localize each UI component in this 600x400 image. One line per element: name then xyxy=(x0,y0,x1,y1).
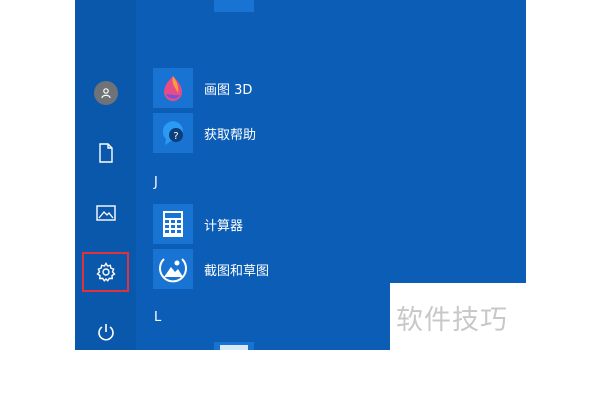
app-item-paint3d[interactable]: 画图 3D xyxy=(153,68,252,108)
power-button[interactable] xyxy=(82,312,129,350)
partial-app-tile xyxy=(214,0,254,12)
paint3d-icon xyxy=(153,68,193,108)
section-header-l[interactable]: L xyxy=(154,310,161,325)
partial-app-tile xyxy=(214,342,254,350)
settings-button[interactable] xyxy=(82,252,129,292)
app-item-snip-sketch[interactable]: 截图和草图 xyxy=(153,249,269,289)
app-label: 截图和草图 xyxy=(204,263,270,279)
power-icon xyxy=(97,324,114,341)
app-label: 画图 3D xyxy=(204,82,253,98)
app-label: 计算器 xyxy=(204,218,244,234)
calculator-icon xyxy=(153,204,193,244)
picture-icon xyxy=(95,205,116,221)
document-icon xyxy=(98,143,113,163)
user-avatar-icon xyxy=(93,81,118,105)
start-left-rail xyxy=(75,0,136,350)
user-account-button[interactable] xyxy=(82,73,129,113)
watermark-text: 软件技巧 xyxy=(396,305,508,336)
snip-sketch-icon xyxy=(153,249,193,289)
svg-text:?: ? xyxy=(173,131,178,142)
app-item-calculator[interactable]: 计算器 xyxy=(153,204,243,244)
section-header-j[interactable]: J xyxy=(154,175,158,190)
pictures-button[interactable] xyxy=(82,193,129,233)
get-help-icon: ? xyxy=(153,113,193,153)
app-label: 获取帮助 xyxy=(204,127,257,143)
app-item-get-help[interactable]: ? 获取帮助 xyxy=(153,113,256,153)
documents-button[interactable] xyxy=(82,133,129,173)
gear-icon xyxy=(95,262,116,282)
